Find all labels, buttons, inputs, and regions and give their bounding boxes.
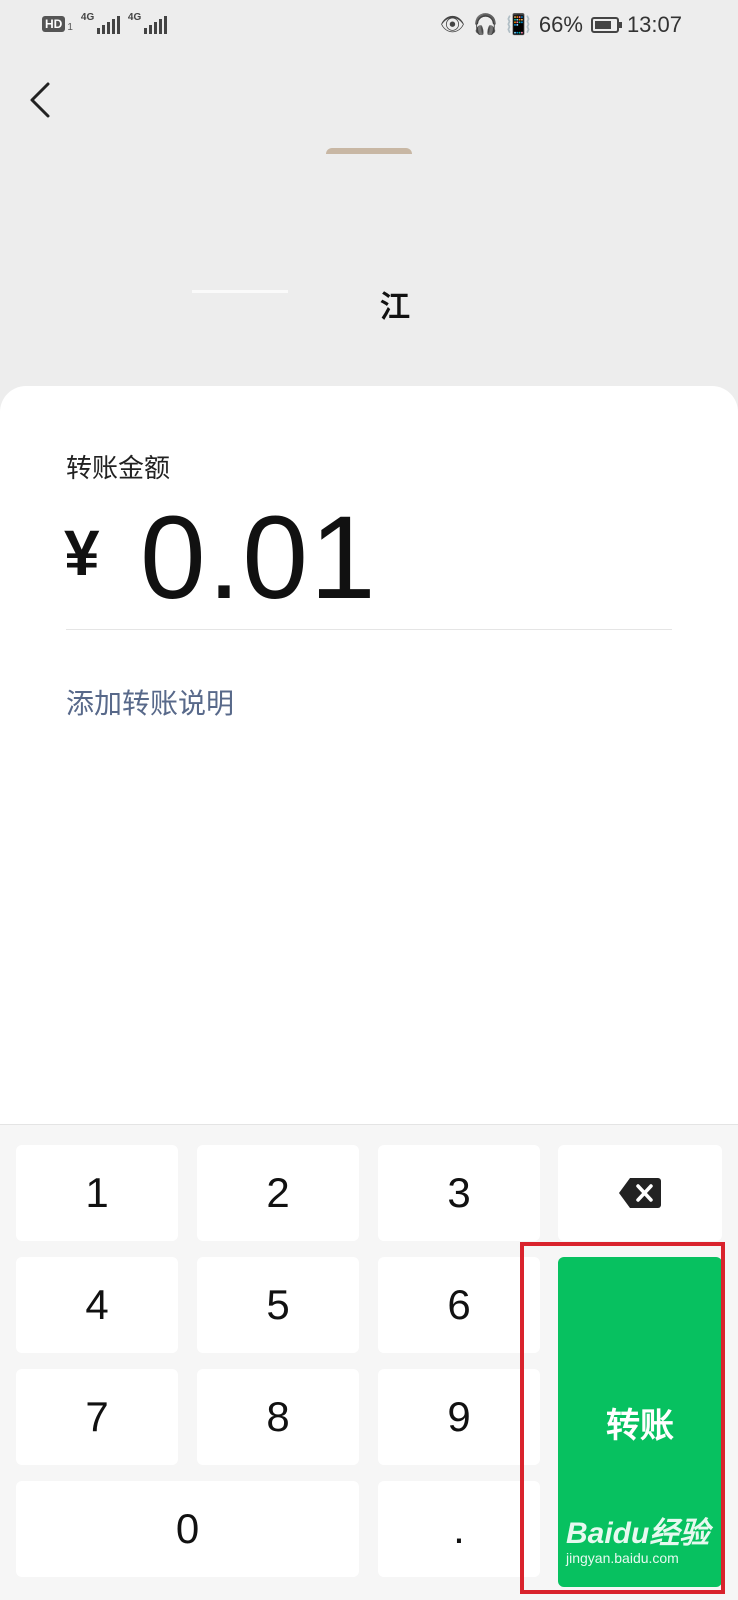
key-0[interactable]: 0 <box>16 1481 359 1577</box>
back-button[interactable] <box>22 78 66 122</box>
key-3[interactable]: 3 <box>378 1145 540 1241</box>
status-right: 👁 🎧 📳 66% 13:07 <box>440 12 682 38</box>
key-5[interactable]: 5 <box>197 1257 359 1353</box>
amount-input[interactable]: 0.01 <box>140 490 378 626</box>
network-type-label: 4G <box>80 12 95 23</box>
recipient-name-redacted <box>192 290 288 293</box>
transfer-card: 转账金额 ¥ 0.01 添加转账说明 <box>0 386 738 1126</box>
key-9[interactable]: 9 <box>378 1369 540 1465</box>
baidu-watermark: Baidu经验 jingyan.baidu.com <box>566 1508 709 1566</box>
status-left: HD 1 4G 4G <box>42 12 167 34</box>
key-decimal[interactable]: . <box>378 1481 540 1577</box>
key-8[interactable]: 8 <box>197 1369 359 1465</box>
amount-label: 转账金额 <box>66 453 171 483</box>
signal-sim1-icon: 4G <box>80 12 120 34</box>
key-2[interactable]: 2 <box>197 1145 359 1241</box>
signal-sim2-icon: 4G <box>127 12 167 34</box>
hd-badge: HD <box>42 16 66 32</box>
currency-symbol: ¥ <box>64 517 100 589</box>
battery-percent: 66% <box>538 12 583 37</box>
add-transfer-note-link[interactable]: 添加转账说明 <box>66 682 234 722</box>
sim-slot-number: 1 <box>67 21 73 33</box>
watermark-brand: Baidu经验 <box>566 1517 710 1550</box>
backspace-icon <box>619 1178 661 1208</box>
key-1[interactable]: 1 <box>16 1145 178 1241</box>
recipient-avatar <box>326 148 412 154</box>
network-type-label: 4G <box>127 12 142 23</box>
chevron-left-icon <box>30 82 50 118</box>
key-4[interactable]: 4 <box>16 1257 178 1353</box>
recipient-name: 江 <box>380 291 410 324</box>
key-6[interactable]: 6 <box>378 1257 540 1353</box>
clock: 13:07 <box>626 12 682 37</box>
eye-icon: 👁 <box>439 14 466 36</box>
battery-icon <box>590 17 622 33</box>
backspace-key[interactable] <box>558 1145 722 1241</box>
vibrate-icon: 📳 <box>505 14 531 36</box>
key-7[interactable]: 7 <box>16 1369 178 1465</box>
amount-divider <box>66 629 672 630</box>
watermark-url: jingyan.baidu.com <box>566 1550 679 1566</box>
status-bar: HD 1 4G 4G 👁 🎧 📳 66% 13:07 <box>0 0 738 52</box>
headphones-icon: 🎧 <box>473 14 498 36</box>
